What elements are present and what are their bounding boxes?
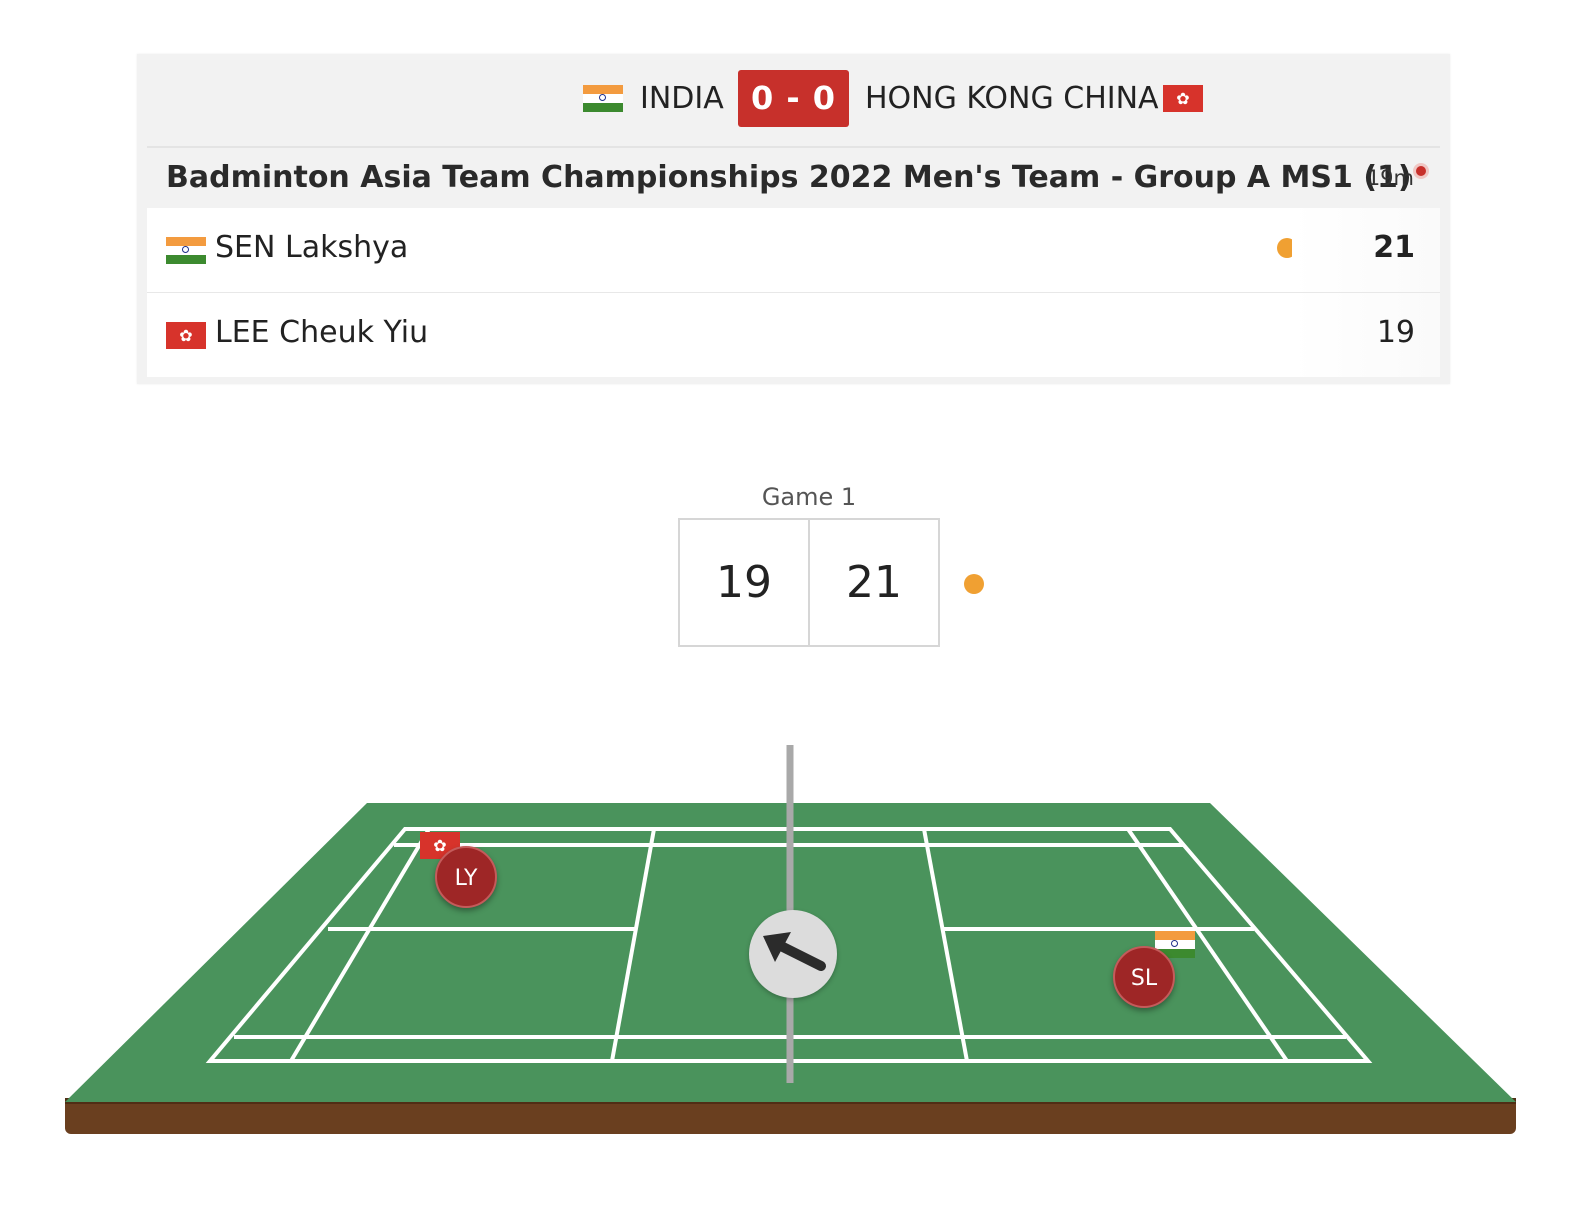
shuttle-direction-button[interactable] — [749, 910, 837, 998]
player-marker-ly[interactable]: LY — [435, 846, 497, 908]
badminton-court — [65, 745, 1516, 1134]
player-marker-sl[interactable]: SL — [1113, 946, 1175, 1008]
arrow-up-left-icon — [763, 932, 826, 971]
